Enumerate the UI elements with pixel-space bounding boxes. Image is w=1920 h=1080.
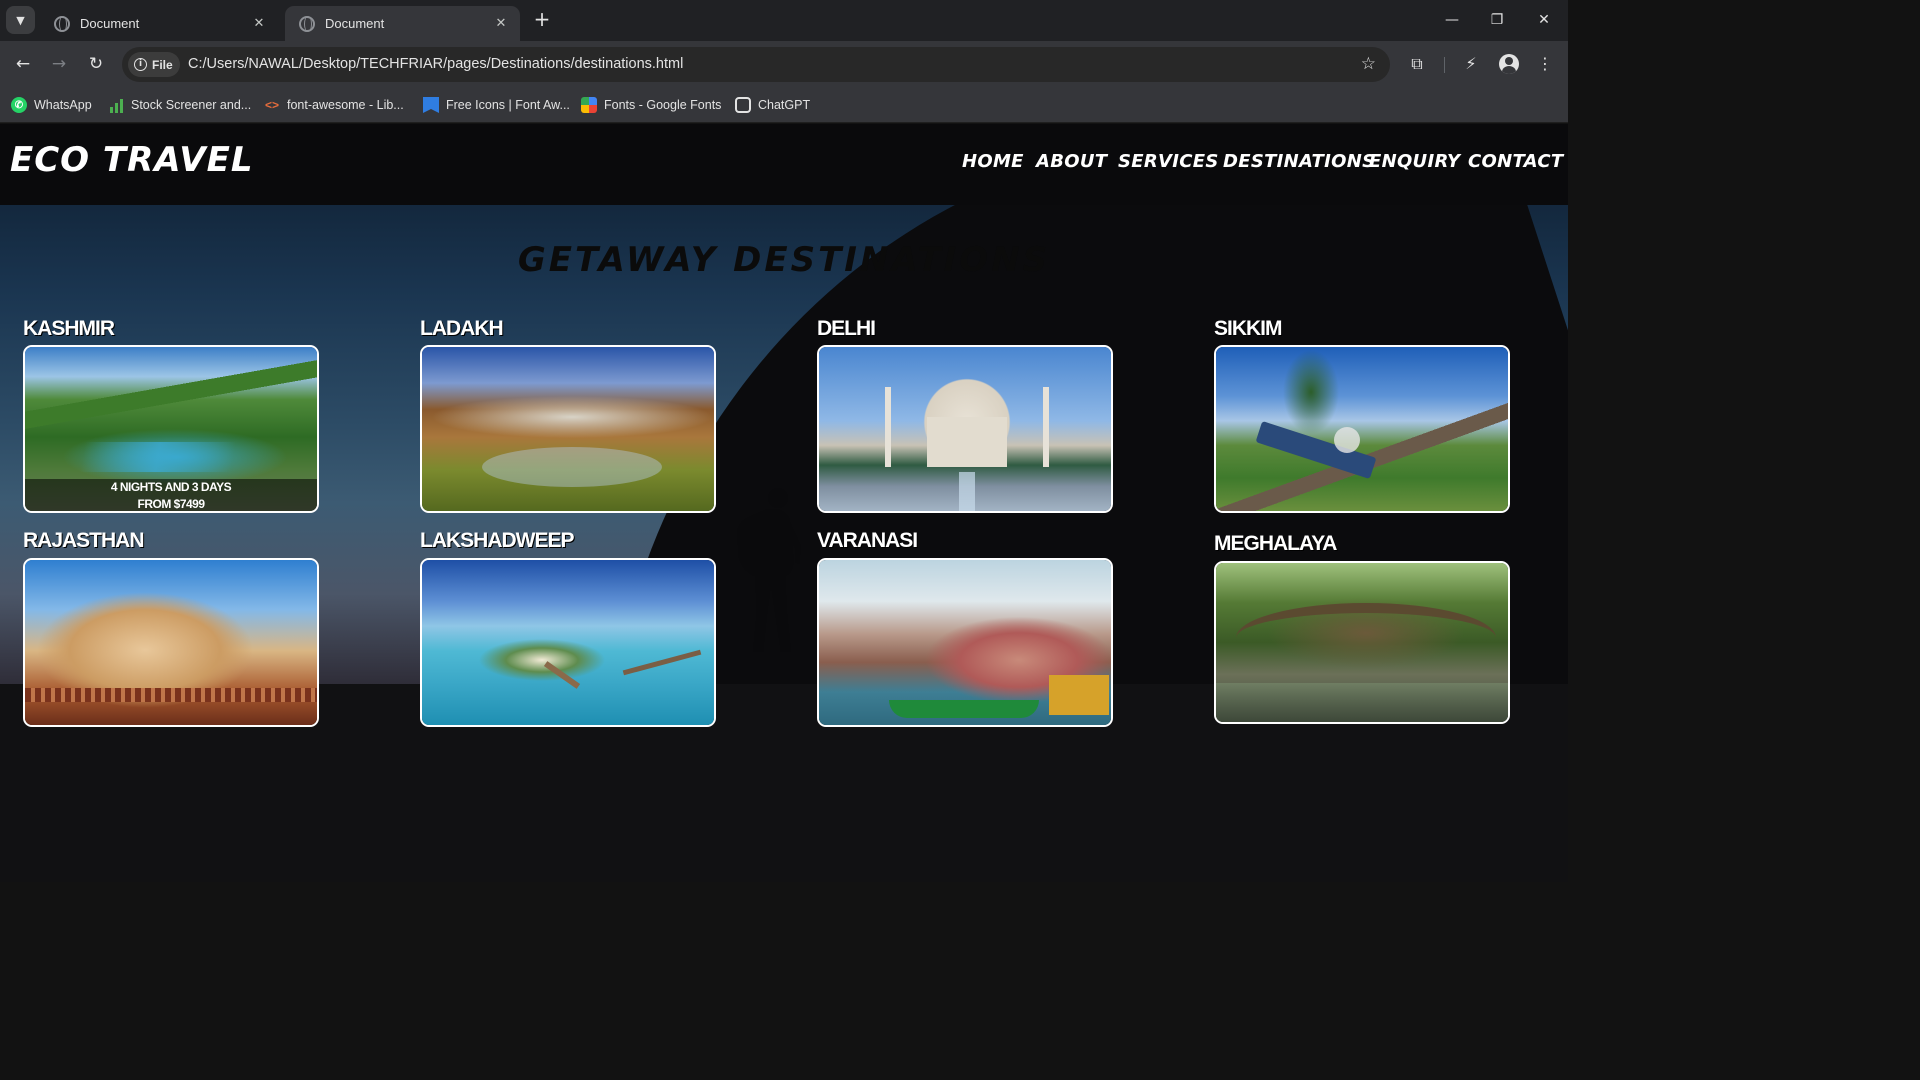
info-icon: i [134, 58, 147, 71]
destination-photo [819, 560, 1111, 725]
bookmark-font-awesome[interactable]: <> font-awesome - Lib... [264, 94, 404, 116]
bookmark-label: Stock Screener and... [131, 98, 252, 112]
tab-title: Document [80, 16, 140, 31]
minimize-button[interactable]: — [1439, 8, 1465, 32]
bookmark-stock-screener[interactable]: Stock Screener and... [108, 94, 251, 116]
site-info-chip[interactable]: i File [128, 52, 180, 77]
flag-icon [423, 97, 439, 113]
destination-label: KASHMIR [23, 317, 115, 340]
destination-label: VARANASI [817, 529, 918, 552]
close-window-button[interactable]: ✕ [1531, 8, 1557, 32]
destination-card-sikkim[interactable] [1214, 345, 1510, 513]
chart-bars-icon [108, 97, 124, 113]
destination-photo [422, 347, 714, 511]
whatsapp-icon: ✆ [11, 97, 27, 113]
google-fonts-icon [581, 97, 597, 113]
forward-button[interactable]: → [46, 51, 72, 77]
destination-label: LAKSHADWEEP [420, 529, 575, 552]
destination-photo [1216, 563, 1508, 722]
globe-icon [54, 15, 70, 32]
tab-search-button[interactable]: ▼ [6, 6, 35, 34]
profile-avatar[interactable] [1499, 54, 1519, 74]
reload-button[interactable]: ↻ [83, 51, 109, 77]
price-overlay: 4 NIGHTS AND 3 DAYS FROM $7499 [25, 479, 317, 511]
bookmark-label: Fonts - Google Fonts [604, 98, 722, 112]
address-bar[interactable]: i File C:/Users/NAWAL/Desktop/TECHFRIAR/… [122, 47, 1390, 82]
destination-card-kashmir[interactable]: 4 NIGHTS AND 3 DAYS FROM $7499 [23, 345, 319, 513]
url-text[interactable]: C:/Users/NAWAL/Desktop/TECHFRIAR/pages/D… [188, 56, 683, 72]
destination-card-delhi[interactable] [817, 345, 1113, 513]
page-viewport: ECO TRAVEL HOME ABOUT SERVICES DESTINATI… [0, 124, 1568, 882]
destination-card-meghalaya[interactable] [1214, 561, 1510, 724]
destination-photo [819, 347, 1111, 511]
nav-about[interactable]: ABOUT [1036, 151, 1107, 172]
tab-document-2[interactable]: Document ✕ [285, 6, 520, 41]
new-tab-button[interactable]: + [530, 8, 554, 32]
section-title: GETAWAY DESTINATIONS [517, 240, 1051, 280]
bookmark-label: Free Icons | Font Aw... [446, 98, 570, 112]
destination-label: RAJASTHAN [23, 529, 145, 552]
nav-contact[interactable]: CONTACT [1468, 151, 1563, 172]
bookmark-google-fonts[interactable]: Fonts - Google Fonts [581, 94, 721, 116]
tab-strip: ▼ Document ✕ Document ✕ + — ❐ ✕ [0, 0, 1568, 41]
tab-document-1[interactable]: Document ✕ [40, 6, 278, 41]
bookmark-label: font-awesome - Lib... [287, 98, 404, 112]
nav-services[interactable]: SERVICES [1118, 151, 1219, 172]
chevron-down-icon: ▼ [16, 13, 25, 27]
bookmarks-bar: ✆ WhatsApp Stock Screener and... <> font… [0, 87, 1568, 123]
destination-label: SIKKIM [1214, 317, 1282, 340]
destination-card-rajasthan[interactable] [23, 558, 319, 727]
trip-price: FROM $7499 [137, 497, 205, 511]
destination-card-varanasi[interactable] [817, 558, 1113, 727]
destination-card-lakshadweep[interactable] [420, 558, 716, 727]
extensions-icon[interactable]: ⧉ [1405, 52, 1429, 76]
trip-duration: 4 NIGHTS AND 3 DAYS [110, 480, 232, 494]
site-chip-label: File [152, 57, 173, 72]
nav-enquiry[interactable]: ENQUIRY [1369, 151, 1460, 172]
bookmark-free-icons[interactable]: Free Icons | Font Aw... [423, 94, 570, 116]
destination-label: LADAKH [420, 317, 504, 340]
nav-home[interactable]: HOME [962, 151, 1024, 172]
site-logo[interactable]: ECO TRAVEL [10, 140, 254, 180]
hiker-silhouette [737, 488, 801, 652]
destination-photo [25, 560, 317, 725]
performance-icon[interactable]: ⚡ [1459, 52, 1483, 76]
close-icon[interactable]: ✕ [492, 16, 510, 31]
globe-icon [299, 15, 315, 32]
bookmark-label: WhatsApp [34, 98, 92, 112]
code-icon: <> [264, 98, 279, 112]
toolbar-divider [1444, 57, 1445, 73]
destination-photo: 4 NIGHTS AND 3 DAYS FROM $7499 [25, 347, 317, 511]
tab-title: Document [325, 16, 385, 31]
destination-label: DELHI [817, 317, 876, 340]
close-icon[interactable]: ✕ [250, 16, 268, 31]
destination-photo [422, 560, 714, 725]
destination-card-ladakh[interactable] [420, 345, 716, 513]
bookmark-star-icon[interactable]: ☆ [1361, 54, 1376, 74]
bookmark-label: ChatGPT [758, 98, 811, 112]
chatgpt-icon [735, 97, 751, 113]
bookmark-chatgpt[interactable]: ChatGPT [735, 94, 810, 116]
back-button[interactable]: ← [10, 51, 36, 77]
destination-label: MEGHALAYA [1214, 532, 1337, 555]
nav-destinations[interactable]: DESTINATIONS [1223, 151, 1375, 172]
browser-toolbar: ← → ↻ i File C:/Users/NAWAL/Desktop/TECH… [0, 41, 1568, 87]
more-menu-icon[interactable]: ⋮ [1533, 52, 1557, 76]
bookmark-whatsapp[interactable]: ✆ WhatsApp [11, 94, 92, 116]
restore-button[interactable]: ❐ [1484, 8, 1510, 32]
site-header: ECO TRAVEL HOME ABOUT SERVICES DESTINATI… [0, 124, 1568, 205]
destination-photo [1216, 347, 1508, 511]
